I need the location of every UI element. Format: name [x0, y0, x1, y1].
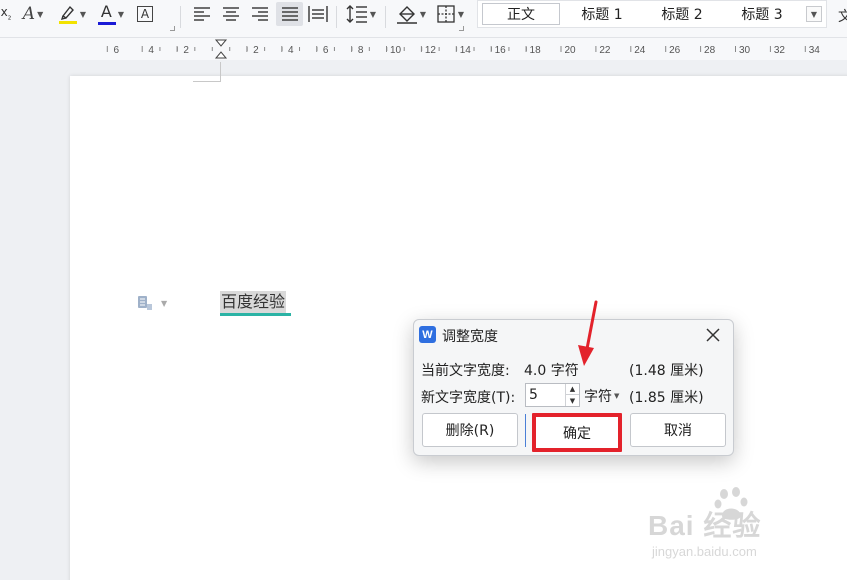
watermark-brand: Bai 经验	[648, 510, 762, 541]
baidu-watermark: Bai 经验 jingyan.baidu.com	[648, 486, 828, 566]
watermark-url: jingyan.baidu.com	[652, 544, 757, 559]
